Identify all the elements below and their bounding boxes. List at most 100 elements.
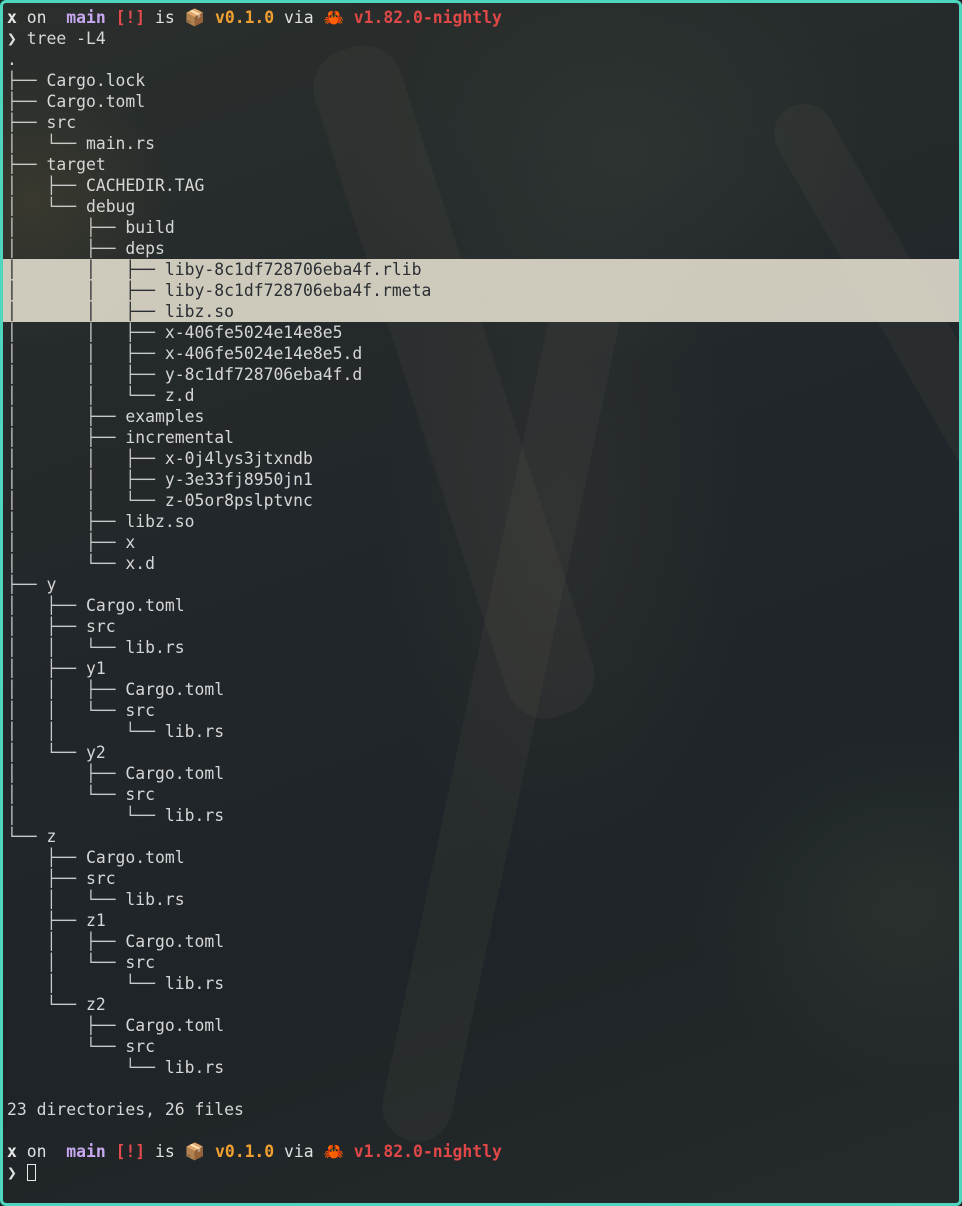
package-icon: 📦 [184, 8, 206, 27]
rust-crab-icon: 🦀 [323, 1142, 344, 1161]
tree-entry: │ ├── deps [7, 238, 955, 259]
tree-branch-lines: │ └── [7, 197, 86, 216]
tree-entry-name: Cargo.toml [85, 596, 185, 615]
tree-entry: │ ├── src [7, 616, 955, 637]
tree-entry: ├── y [7, 574, 955, 595]
rust-crab-icon: 🦀 [323, 8, 344, 27]
tree-entry-name: Cargo.lock [46, 71, 146, 90]
tree-entry-name: src [46, 113, 77, 132]
tree-entry-name: x.d [125, 554, 156, 573]
tree-entry-name: src [85, 617, 116, 636]
tree-entry: │ └── debug [7, 196, 955, 217]
tree-entry: │ │ └── z-05or8pslptvnc [7, 490, 955, 511]
tree-entry: │ ├── x [7, 532, 955, 553]
prompt-rust-version: v1.82.0-nightly [343, 1142, 502, 1161]
tree-entry-name: Cargo.toml [125, 764, 225, 783]
tree-entry-name: Cargo.toml [46, 92, 146, 111]
tree-entry: │ │ └── lib.rs [7, 637, 955, 658]
tree-branch-lines: │ ├── [7, 218, 126, 237]
input-line[interactable]: ❯ [7, 1162, 955, 1183]
tree-entry-name: . [7, 50, 17, 69]
tree-branch-lines: │ ├── [7, 176, 86, 195]
tree-branch-lines: │ │ └── [7, 491, 165, 510]
tree-entry: │ └── y2 [7, 742, 955, 763]
tree-entry-name: z.d [164, 386, 195, 405]
prompt-on-text: on [16, 1142, 57, 1161]
tree-branch-lines: ├── [7, 113, 47, 132]
tree-entry: │ └── src [7, 952, 955, 973]
tree-branch-lines: │ │ └── [7, 701, 126, 720]
tree-entry-name: lib.rs [125, 890, 185, 909]
prompt-chevron-icon: ❯ [7, 1163, 17, 1182]
tree-branch-lines: │ │ ├── [7, 680, 126, 699]
tree-entry-name: Cargo.toml [125, 932, 225, 951]
tree-branch-lines: │ └── [7, 953, 126, 972]
tree-entry: │ │ └── z.d [7, 385, 955, 406]
tree-entry-name: y-8c1df728706eba4f.d [164, 365, 363, 384]
tree-entry-name: src [85, 869, 116, 888]
tree-entry-name: x-406fe5024e14e8e5.d [164, 344, 363, 363]
tree-entry-name: z2 [85, 995, 106, 1014]
tree-branch-lines: │ │ ├── [7, 344, 165, 363]
tree-entry: . [7, 49, 955, 70]
tree-entry-name: z [46, 827, 57, 846]
tree-entry-name: build [125, 218, 175, 237]
tree-entry: ├── Cargo.toml [7, 847, 955, 868]
tree-branch-lines: │ ├── [7, 428, 126, 447]
tree-entry: ├── Cargo.toml [7, 1015, 955, 1036]
tree-branch-lines: │ │ ├── [7, 302, 165, 321]
tree-entry-name: x [125, 533, 136, 552]
tree-entry-name: lib.rs [164, 722, 225, 741]
tree-entry: │ └── src [7, 784, 955, 805]
tree-entry: │ │ ├── x-406fe5024e14e8e5 [7, 322, 955, 343]
tree-branch-lines: │ └── [7, 974, 165, 993]
tree-entry: │ ├── Cargo.toml [7, 763, 955, 784]
tree-branch-lines: │ │ ├── [7, 470, 165, 489]
tree-entry: └── src [7, 1036, 955, 1057]
tree-branch-lines: │ │ ├── [7, 281, 165, 300]
tree-branch-lines: ├── [7, 155, 47, 174]
tree-entry: │ │ ├── libz.so [3, 301, 959, 322]
tree-entry: ├── z1 [7, 910, 955, 931]
tree-entry: ├── target [7, 154, 955, 175]
tree-entry-name: CACHEDIR.TAG [85, 176, 205, 195]
tree-summary: 23 directories, 26 files [7, 1100, 244, 1119]
text-cursor [26, 1164, 36, 1181]
package-icon: 📦 [184, 1142, 206, 1161]
tree-branch-lines: │ │ ├── [7, 323, 165, 342]
prompt-branch: main [56, 1142, 106, 1161]
tree-entry-name: incremental [125, 428, 234, 447]
terminal-window[interactable]: x on main [!] is 📦 v0.1.0 via 🦀 v1.82.0-… [0, 0, 962, 1206]
tree-entry-name: src [125, 1037, 156, 1056]
tree-entry-name: libz.so [125, 512, 195, 531]
tree-entry: │ ├── y1 [7, 658, 955, 679]
prompt-git-status: [!] [105, 1142, 146, 1161]
tree-branch-lines: │ ├── [7, 617, 86, 636]
terminal-output: x on main [!] is 📦 v0.1.0 via 🦀 v1.82.0-… [3, 7, 959, 1183]
tree-entry: └── z [7, 826, 955, 847]
tree-branch-lines: ├── [7, 92, 47, 111]
tree-entry: │ └── lib.rs [7, 889, 955, 910]
prompt-chevron-icon: ❯ [7, 29, 17, 48]
prompt-package-version: v0.1.0 [205, 8, 275, 27]
prompt-via-text: via [274, 8, 324, 27]
tree-entry-name: target [46, 155, 106, 174]
prompt-is-text: is [145, 8, 185, 27]
tree-entry: └── lib.rs [7, 1057, 955, 1078]
tree-entry: ├── Cargo.lock [7, 70, 955, 91]
tree-branch-lines: │ ├── [7, 596, 86, 615]
tree-branch-lines: │ │ └── [7, 722, 165, 741]
prompt-line: x on main [!] is 📦 v0.1.0 via 🦀 v1.82.0-… [7, 7, 955, 28]
tree-entry: └── z2 [7, 994, 955, 1015]
tree-branch-lines: │ │ └── [7, 386, 165, 405]
tree-branch-lines: │ ├── [7, 533, 126, 552]
tree-entry-name: z-05or8pslptvnc [164, 491, 313, 510]
tree-branch-lines: │ ├── [7, 239, 126, 258]
tree-entry: ├── Cargo.toml [7, 91, 955, 112]
tree-entry: │ ├── Cargo.toml [7, 595, 955, 616]
tree-branch-lines: │ ├── [7, 407, 126, 426]
tree-entry: │ ├── build [7, 217, 955, 238]
tree-entry: │ └── x.d [7, 553, 955, 574]
tree-branch-lines: ├── [7, 575, 47, 594]
